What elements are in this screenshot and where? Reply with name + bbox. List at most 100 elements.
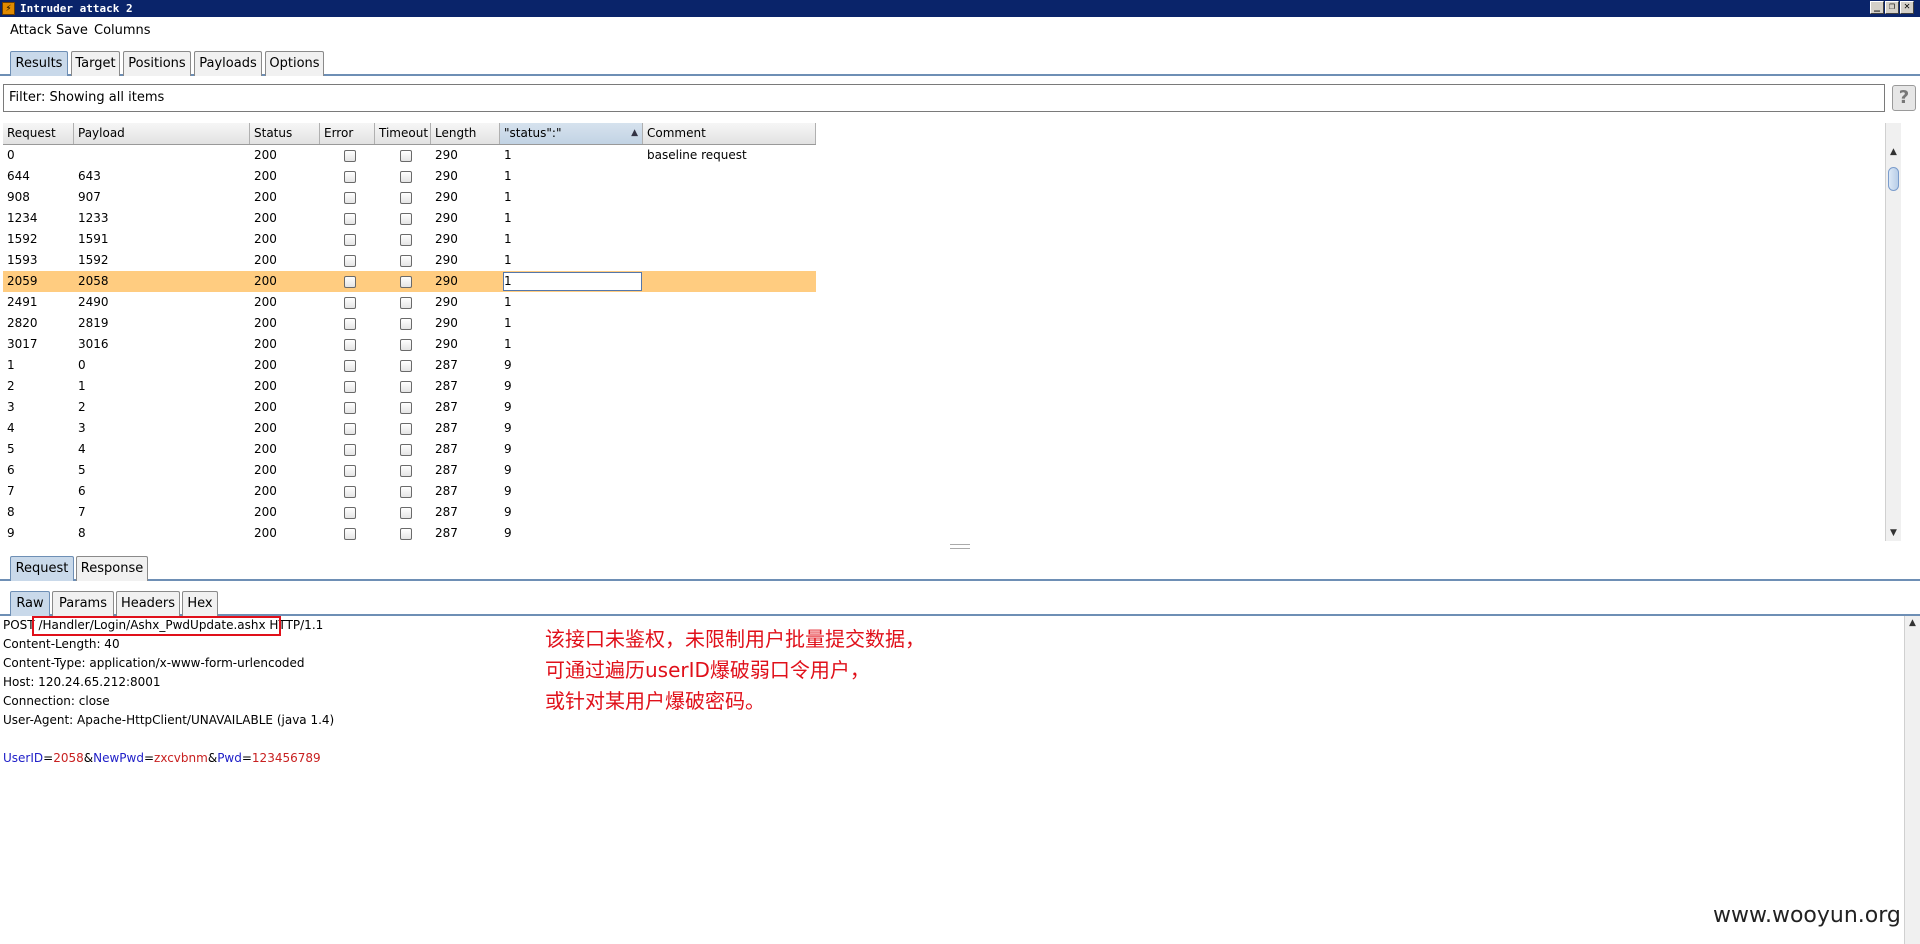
cell-request: 908 xyxy=(7,190,30,204)
close-button[interactable]: ✕ xyxy=(1900,1,1914,14)
pane-splitter[interactable] xyxy=(0,541,1920,550)
table-row[interactable]: 3017 3016 200 290 1 xyxy=(3,334,816,355)
cell-comment xyxy=(643,271,647,292)
minimize-button[interactable]: _ xyxy=(1870,1,1884,14)
table-row[interactable]: 5 4 200 287 9 xyxy=(3,439,816,460)
col-comment[interactable]: Comment xyxy=(643,123,816,144)
cell-request: 1 xyxy=(7,358,15,372)
tab-params[interactable]: Params xyxy=(52,591,114,616)
table-row[interactable]: 644 643 200 290 1 xyxy=(3,166,816,187)
filter-bar[interactable]: Filter: Showing all items xyxy=(3,84,1885,112)
cell-status: 200 xyxy=(254,169,277,183)
col-length[interactable]: Length xyxy=(431,123,500,144)
col-status-match[interactable]: "status":" ▲ xyxy=(500,123,643,144)
cell-request: 644 xyxy=(7,169,30,183)
col-status[interactable]: Status xyxy=(250,123,320,144)
cell-comment xyxy=(643,187,647,208)
cell-length: 287 xyxy=(435,484,458,498)
editor-scrollbar[interactable]: ▲ xyxy=(1904,616,1920,944)
cell-payload: 0 xyxy=(78,358,86,372)
table-row[interactable]: 2 1 200 287 9 xyxy=(3,376,816,397)
table-row[interactable]: 9 8 200 287 9 xyxy=(3,523,816,541)
cell-payload: 2490 xyxy=(78,295,109,309)
cell-payload: 3016 xyxy=(78,337,109,351)
cell-match: 1 xyxy=(504,316,512,330)
tab-hex[interactable]: Hex xyxy=(182,591,218,616)
cell-length: 290 xyxy=(435,211,458,225)
table-row[interactable]: 1234 1233 200 290 1 xyxy=(3,208,816,229)
error-checkbox xyxy=(344,465,356,477)
cell-request: 5 xyxy=(7,442,15,456)
tab-target[interactable]: Target xyxy=(71,51,120,76)
scroll-down-icon[interactable]: ▼ xyxy=(1886,526,1901,540)
timeout-checkbox xyxy=(400,150,412,162)
table-row[interactable]: 8 7 200 287 9 xyxy=(3,502,816,523)
scroll-up-icon[interactable]: ▲ xyxy=(1886,145,1901,159)
table-row[interactable]: 908 907 200 290 1 xyxy=(3,187,816,208)
view-tab-bar: Raw Params Headers Hex xyxy=(0,586,1920,616)
tab-options[interactable]: Options xyxy=(265,51,324,76)
table-row[interactable]: 0 200 290 1 baseline request xyxy=(3,145,816,166)
scroll-up-icon[interactable]: ▲ xyxy=(1905,616,1920,630)
cell-status: 200 xyxy=(254,379,277,393)
results-table: Request Payload Status Error Timeout Len… xyxy=(3,123,1901,541)
table-row[interactable]: 1592 1591 200 290 1 xyxy=(3,229,816,250)
tab-payloads[interactable]: Payloads xyxy=(194,51,262,76)
error-checkbox xyxy=(344,255,356,267)
cell-request: 2820 xyxy=(7,316,38,330)
focused-cell xyxy=(503,272,642,291)
cell-request: 2491 xyxy=(7,295,38,309)
table-row[interactable]: 2820 2819 200 290 1 xyxy=(3,313,816,334)
menu-columns[interactable]: Columns xyxy=(94,23,151,38)
timeout-checkbox xyxy=(400,234,412,246)
table-scrollbar[interactable]: ▲ ▼ xyxy=(1885,123,1901,541)
timeout-checkbox xyxy=(400,528,412,540)
menu-attack[interactable]: Attack xyxy=(10,23,52,38)
cell-payload: 2819 xyxy=(78,316,109,330)
tab-results[interactable]: Results xyxy=(10,51,68,76)
col-payload[interactable]: Payload xyxy=(74,123,250,144)
cell-match: 1 xyxy=(504,190,512,204)
cell-comment xyxy=(643,229,647,250)
restore-button[interactable]: ❐ xyxy=(1885,1,1899,14)
scroll-thumb[interactable] xyxy=(1888,167,1899,191)
tab-raw[interactable]: Raw xyxy=(10,591,50,616)
param-name: Pwd xyxy=(217,751,242,765)
table-row[interactable]: 4 3 200 287 9 xyxy=(3,418,816,439)
cell-status: 200 xyxy=(254,316,277,330)
cell-comment xyxy=(643,334,647,355)
help-button[interactable]: ? xyxy=(1892,85,1916,111)
splitter-grip-icon[interactable] xyxy=(950,544,970,549)
tab-headers[interactable]: Headers xyxy=(116,591,180,616)
cell-match: 1 xyxy=(504,274,512,288)
table-row[interactable]: 2491 2490 200 290 1 xyxy=(3,292,816,313)
lightning-icon: ⚡ xyxy=(2,2,15,15)
table-row[interactable]: 6 5 200 287 9 xyxy=(3,460,816,481)
table-row[interactable]: 2059 2058 200 290 1 xyxy=(3,271,816,292)
tab-response[interactable]: Response xyxy=(76,556,148,581)
error-checkbox xyxy=(344,339,356,351)
main-tab-bar: Results Target Positions Payloads Option… xyxy=(0,46,1920,76)
menu-bar: Attack Save Columns xyxy=(0,17,1920,45)
raw-request-editor[interactable]: POST /Handler/Login/Ashx_PwdUpdate.ashx … xyxy=(0,616,1904,944)
menu-save[interactable]: Save xyxy=(56,23,88,38)
error-checkbox xyxy=(344,318,356,330)
tab-request[interactable]: Request xyxy=(10,556,74,581)
cell-status: 200 xyxy=(254,526,277,540)
tab-positions[interactable]: Positions xyxy=(123,51,191,76)
col-request[interactable]: Request xyxy=(3,123,74,144)
timeout-checkbox xyxy=(400,360,412,372)
table-row[interactable]: 1593 1592 200 290 1 xyxy=(3,250,816,271)
timeout-checkbox xyxy=(400,507,412,519)
cell-length: 290 xyxy=(435,274,458,288)
param-value: zxcvbnm xyxy=(154,751,208,765)
table-row[interactable]: 3 2 200 287 9 xyxy=(3,397,816,418)
table-row[interactable]: 1 0 200 287 9 xyxy=(3,355,816,376)
cell-status: 200 xyxy=(254,421,277,435)
cell-status: 200 xyxy=(254,253,277,267)
request-body: UserID=2058&NewPwd=zxcvbnm&Pwd=123456789 xyxy=(3,749,321,767)
col-timeout[interactable]: Timeout xyxy=(375,123,431,144)
header-connection: Connection: close xyxy=(3,694,110,708)
table-row[interactable]: 7 6 200 287 9 xyxy=(3,481,816,502)
col-error[interactable]: Error xyxy=(320,123,375,144)
